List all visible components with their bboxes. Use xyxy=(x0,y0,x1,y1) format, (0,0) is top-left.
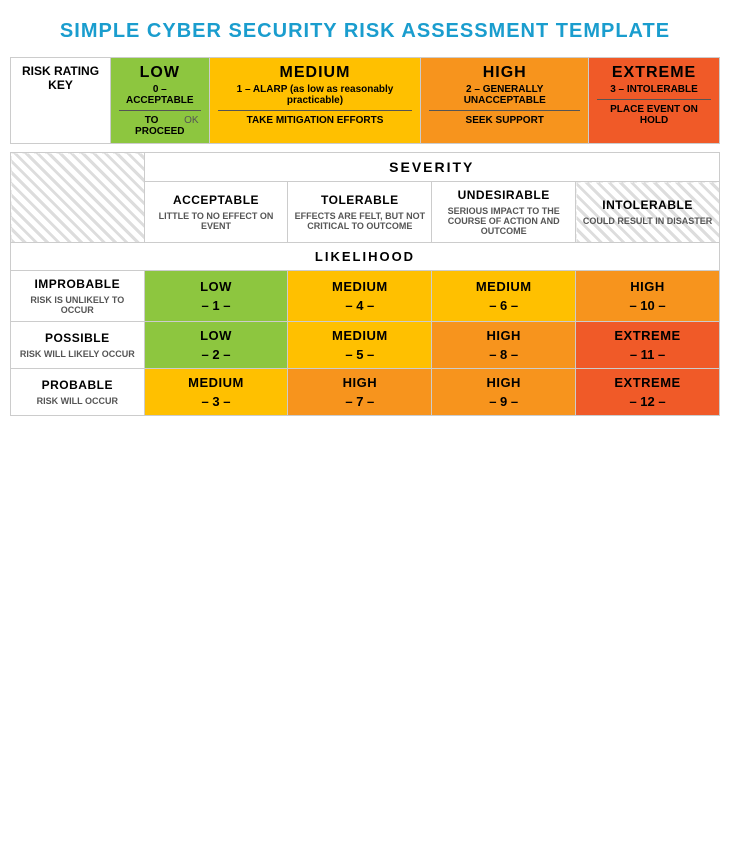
severity-header: SEVERITY xyxy=(144,153,719,182)
cell-probable-undesirable: HIGH – 9 – xyxy=(432,369,576,416)
risk-key-medium: MEDIUM 1 – ALARP (as low as reasonably p… xyxy=(209,58,421,144)
page-title: SIMPLE CYBER SECURITY RISK ASSESSMENT TE… xyxy=(10,10,720,57)
table-row: POSSIBLE RISK WILL LIKELY OCCUR LOW – 2 … xyxy=(11,322,720,369)
risk-key-high: HIGH 2 – GENERALLY UNACCEPTABLE SEEK SUP… xyxy=(421,58,589,144)
likelihood-probable: PROBABLE RISK WILL OCCUR xyxy=(11,369,145,416)
table-row: PROBABLE RISK WILL OCCUR MEDIUM – 3 – HI… xyxy=(11,369,720,416)
cell-probable-acceptable: MEDIUM – 3 – xyxy=(144,369,288,416)
risk-key-table: RISK RATING KEY LOW 0 – ACCEPTABLE OK TO… xyxy=(10,57,720,144)
severity-undesirable: UNDESIRABLE SERIOUS IMPACT TO THE COURSE… xyxy=(432,182,576,243)
likelihood-possible: POSSIBLE RISK WILL LIKELY OCCUR xyxy=(11,322,145,369)
cell-improbable-intolerable: HIGH – 10 – xyxy=(576,271,720,322)
severity-intolerable: INTOLERABLE COULD RESULT IN DISASTER xyxy=(576,182,720,243)
hatch-top-left xyxy=(11,153,145,243)
cell-probable-tolerable: HIGH – 7 – xyxy=(288,369,432,416)
cell-possible-acceptable: LOW – 2 – xyxy=(144,322,288,369)
cell-possible-undesirable: HIGH – 8 – xyxy=(432,322,576,369)
cell-improbable-acceptable: LOW – 1 – xyxy=(144,271,288,322)
cell-possible-intolerable: EXTREME – 11 – xyxy=(576,322,720,369)
cell-possible-tolerable: MEDIUM – 5 – xyxy=(288,322,432,369)
severity-tolerable: TOLERABLE EFFECTS ARE FELT, BUT NOT CRIT… xyxy=(288,182,432,243)
risk-key-label: RISK RATING KEY xyxy=(11,58,111,144)
likelihood-header: LIKELIHOOD xyxy=(11,243,720,271)
likelihood-improbable: IMPROBABLE RISK IS UNLIKELY TO OCCUR xyxy=(11,271,145,322)
matrix-table: SEVERITY ACCEPTABLE LITTLE TO NO EFFECT … xyxy=(10,152,720,416)
cell-improbable-tolerable: MEDIUM – 4 – xyxy=(288,271,432,322)
risk-key-extreme: EXTREME 3 – INTOLERABLE PLACE EVENT ON H… xyxy=(589,58,720,144)
table-row: IMPROBABLE RISK IS UNLIKELY TO OCCUR LOW… xyxy=(11,271,720,322)
cell-improbable-undesirable: MEDIUM – 6 – xyxy=(432,271,576,322)
severity-acceptable: ACCEPTABLE LITTLE TO NO EFFECT ON EVENT xyxy=(144,182,288,243)
risk-key-low: LOW 0 – ACCEPTABLE OK TO PROCEED xyxy=(111,58,210,144)
cell-probable-intolerable: EXTREME – 12 – xyxy=(576,369,720,416)
